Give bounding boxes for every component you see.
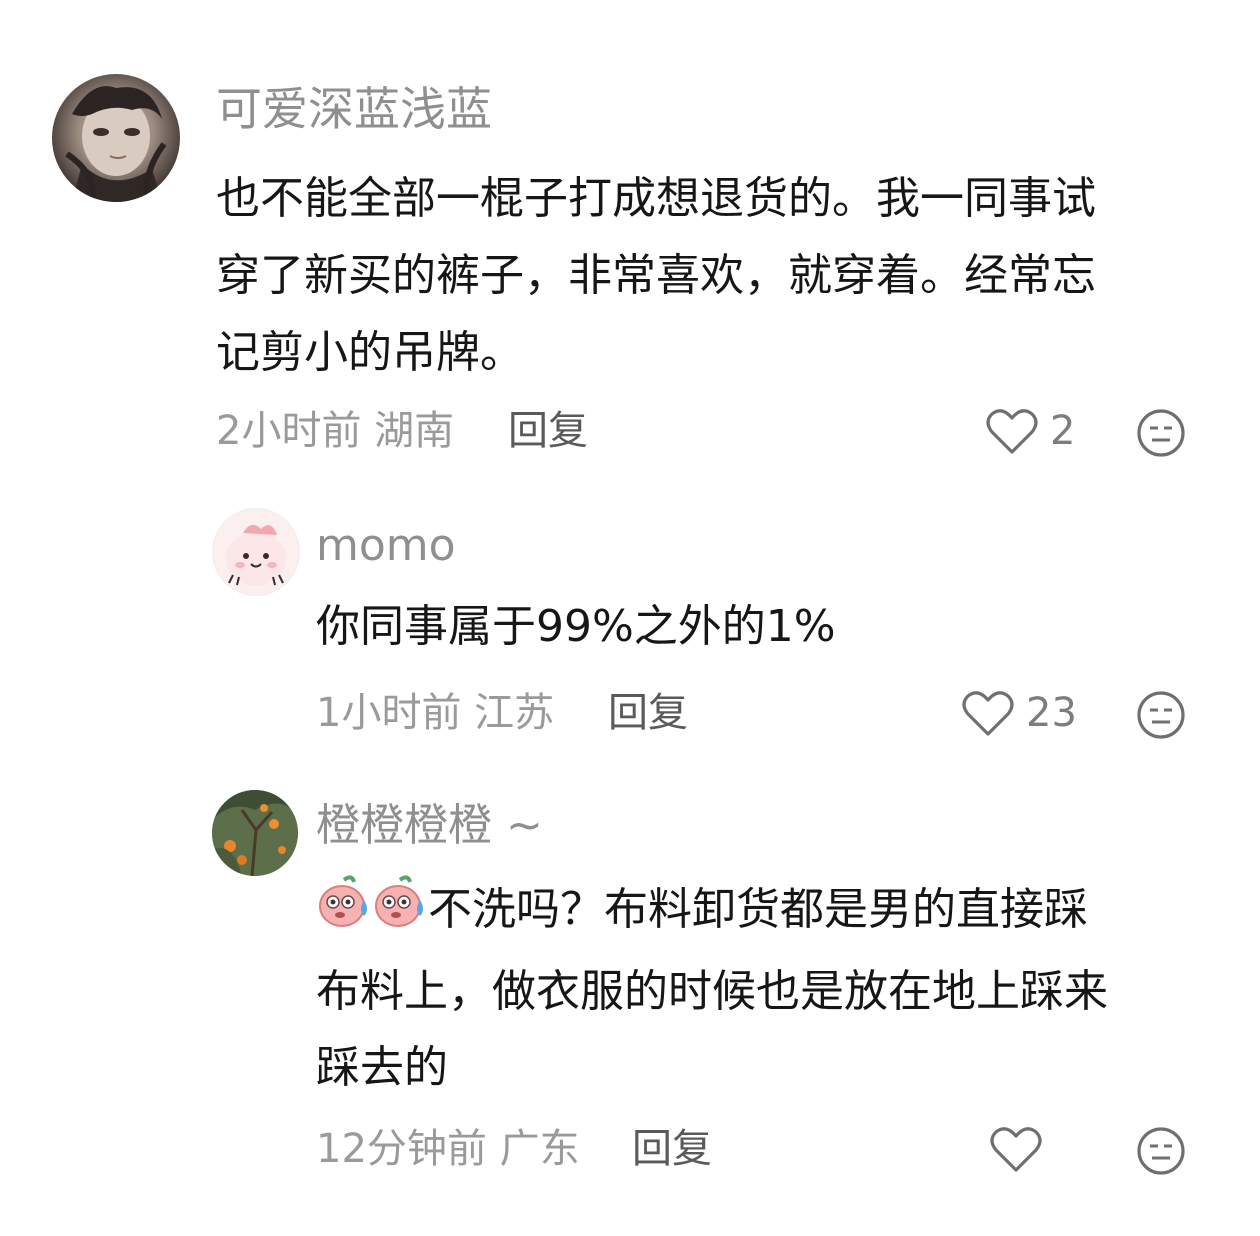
- comment-text-line: 踩去的: [316, 1042, 448, 1093]
- avatar[interactable]: [52, 74, 180, 202]
- comment-text-line: 记剪小的吊牌。: [216, 327, 524, 378]
- like-count: 2: [1050, 408, 1076, 454]
- meh-face-icon[interactable]: [1136, 690, 1186, 744]
- time-location: 12分钟前 广东: [316, 1126, 580, 1172]
- meh-face-icon[interactable]: [1136, 1126, 1186, 1180]
- sweating-peach-emoji-icon: [372, 874, 428, 954]
- avatar[interactable]: [212, 508, 300, 596]
- comment-text: 你同事属于99%之外的1%: [316, 592, 1216, 662]
- comment-text-line: 也不能全部一棍子打成想退货的。我一同事试: [216, 173, 1096, 224]
- pink-cartoon-icon: [226, 524, 286, 586]
- comment-text: 也不能全部一棍子打成想退货的。我一同事试 穿了新买的裤子，非常喜欢，就穿着。经常…: [216, 160, 1216, 391]
- comment-text-segment: 不洗吗？布料卸货都是男的直接踩: [428, 884, 1088, 935]
- reply-button[interactable]: 回复: [508, 406, 588, 456]
- heart-icon[interactable]: [986, 408, 1038, 460]
- username[interactable]: 橙橙橙橙 ~: [316, 800, 543, 852]
- sweating-peach-emoji-icon: [316, 874, 372, 954]
- orange-tree-icon: [212, 790, 298, 876]
- reply-button[interactable]: 回复: [632, 1124, 712, 1174]
- time-location: 2小时前 湖南: [216, 408, 455, 454]
- meh-face-icon[interactable]: [1136, 408, 1186, 462]
- comment-text-line: 你同事属于99%之外的1%: [316, 601, 836, 652]
- avatar[interactable]: [212, 790, 298, 876]
- reply-button[interactable]: 回复: [608, 688, 688, 738]
- like-count: 23: [1026, 690, 1077, 736]
- comment-text: 不洗吗？布料卸货都是男的直接踩 布料上，做衣服的时候也是放在地上踩来 踩去的: [316, 872, 1216, 1106]
- username[interactable]: momo: [316, 520, 456, 572]
- heart-icon[interactable]: [990, 1126, 1042, 1178]
- comment-text-line: 不洗吗？布料卸货都是男的直接踩: [316, 872, 1216, 954]
- time-location: 1小时前 江苏: [316, 690, 555, 736]
- comment-text-line: 穿了新买的裤子，非常喜欢，就穿着。经常忘: [216, 250, 1096, 301]
- heart-icon[interactable]: [962, 690, 1014, 742]
- username[interactable]: 可爱深蓝浅蓝: [216, 82, 492, 136]
- woman-portrait-icon: [65, 86, 167, 202]
- comment-text-line: 布料上，做衣服的时候也是放在地上踩来: [316, 966, 1108, 1017]
